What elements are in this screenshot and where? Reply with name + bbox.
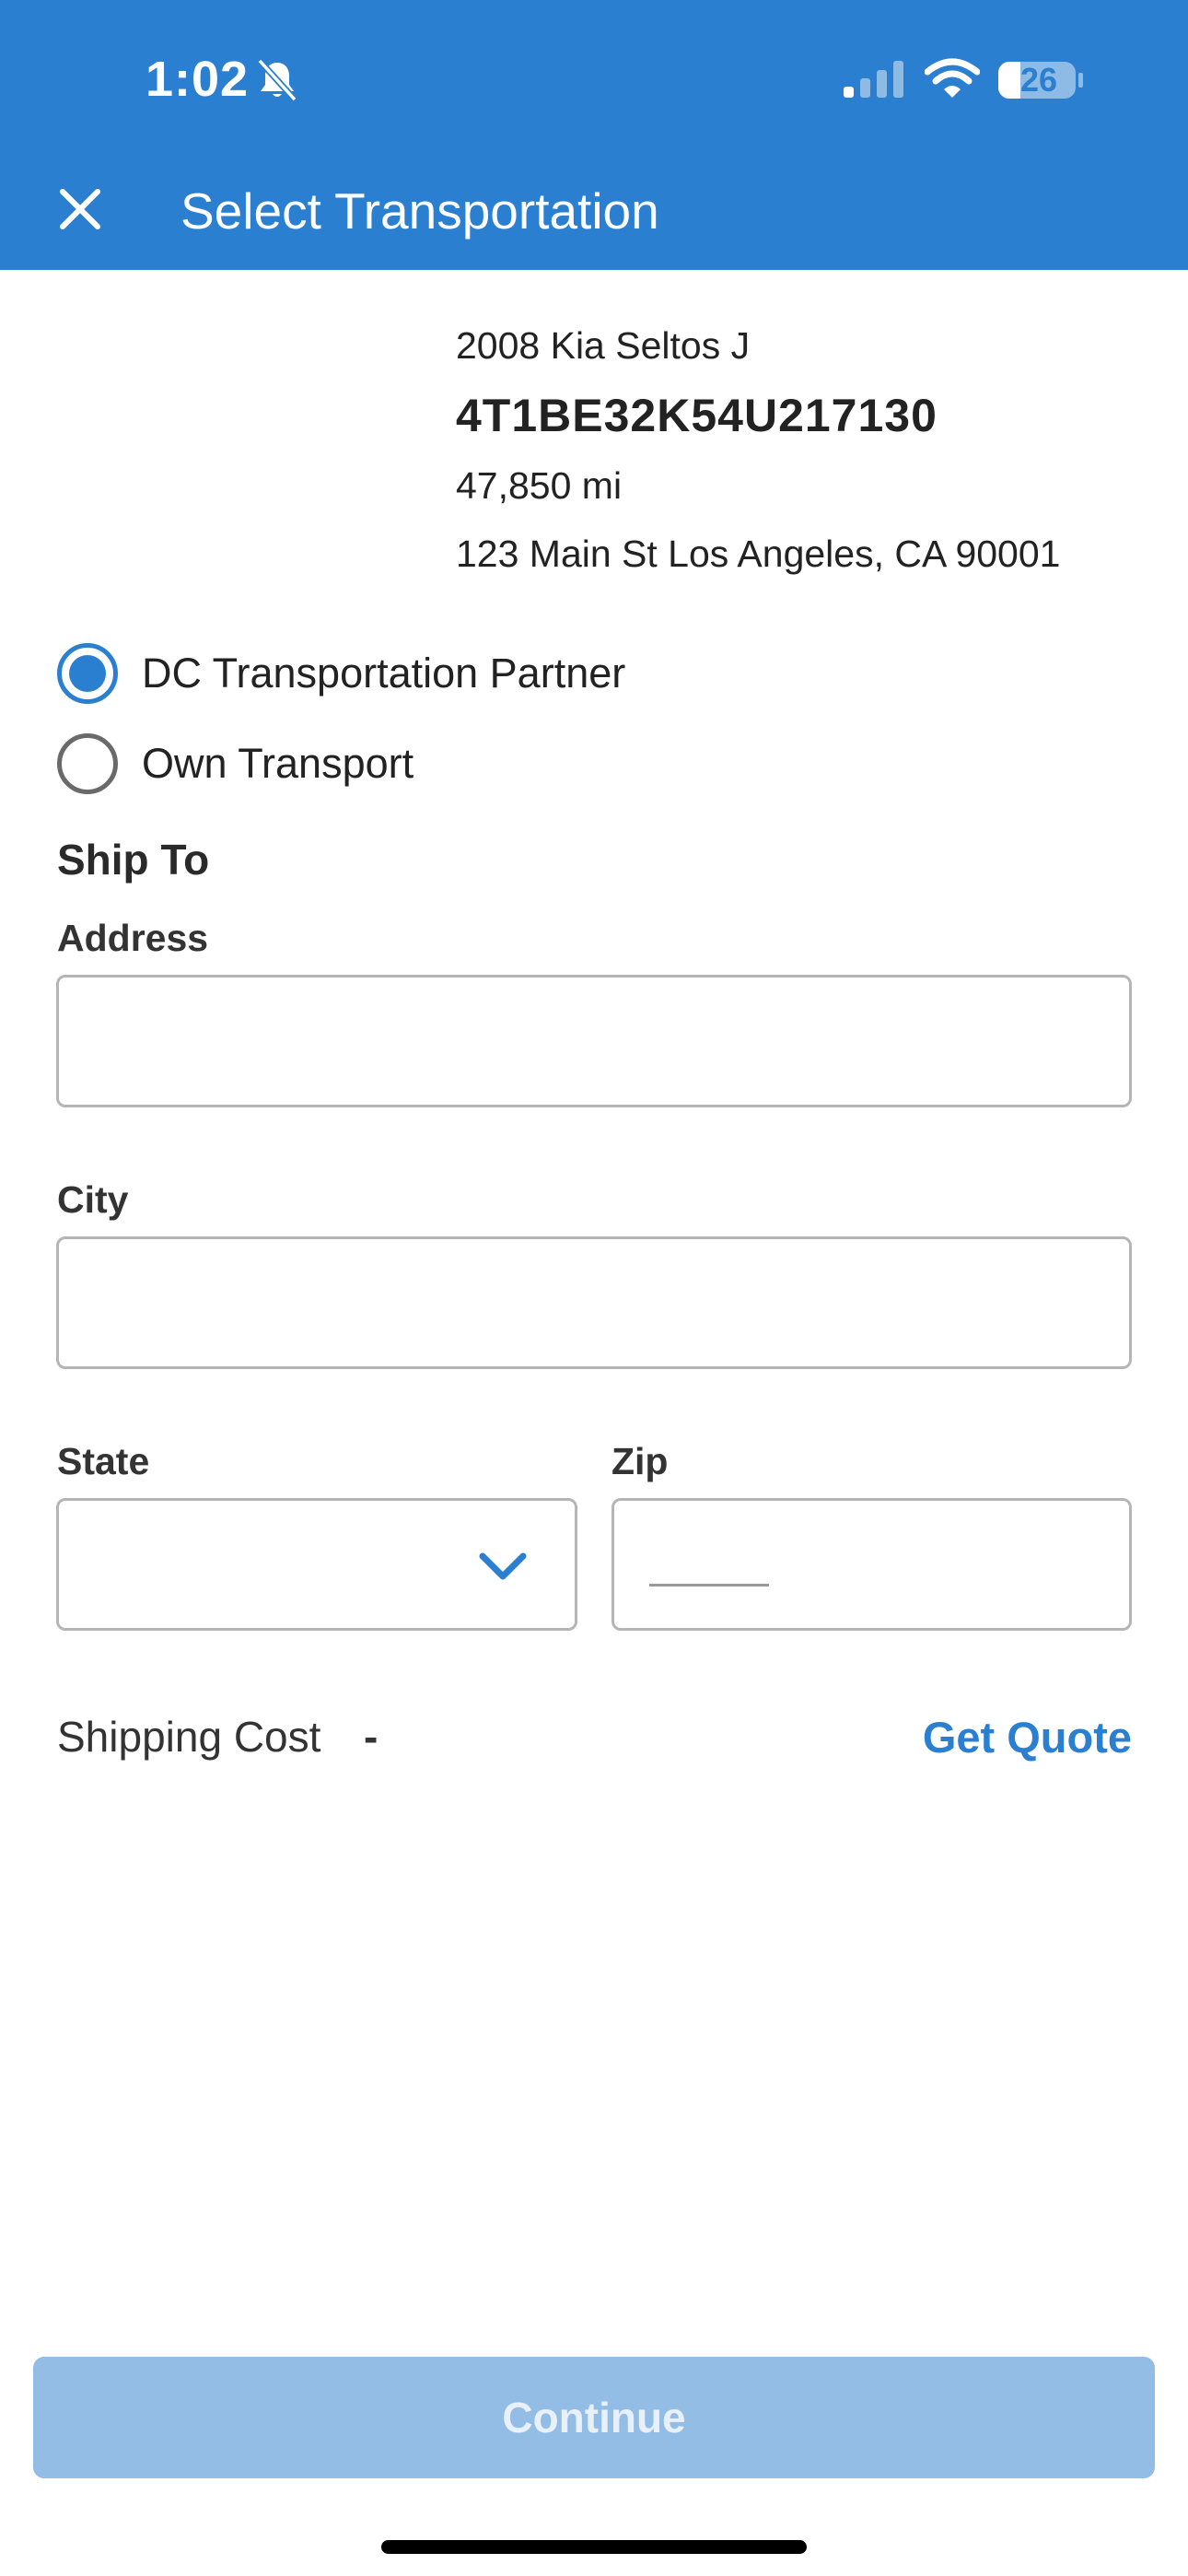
city-label: City: [57, 1178, 129, 1221]
shipping-cost-label: Shipping Cost: [57, 1713, 321, 1761]
chevron-down-icon: [479, 1552, 527, 1580]
zip-input[interactable]: [611, 1498, 1132, 1631]
home-indicator: [381, 2540, 807, 2554]
status-time: 1:02: [146, 52, 250, 107]
battery-level: 26: [1019, 61, 1058, 99]
wifi-icon: [925, 58, 980, 98]
address-label: Address: [57, 917, 209, 959]
zip-mask-underline: [649, 1584, 769, 1587]
vehicle-title: 2008 Kia Seltos J: [456, 324, 751, 367]
option-label: DC Transportation Partner: [142, 650, 626, 697]
close-icon[interactable]: [57, 186, 103, 232]
app-header: 1:02 26 Select Transportation: [0, 0, 1188, 270]
continue-button[interactable]: Continue: [33, 2357, 1155, 2478]
shipping-cost-value: -: [364, 1713, 379, 1761]
state-select[interactable]: [56, 1498, 577, 1631]
address-input[interactable]: [56, 975, 1132, 1107]
city-input[interactable]: [56, 1236, 1132, 1369]
state-label: State: [57, 1440, 150, 1482]
vehicle-mileage: 47,850 mi: [456, 464, 623, 507]
vehicle-vin: 4T1BE32K54U217130: [456, 390, 938, 441]
radio-button[interactable]: [57, 733, 118, 794]
get-quote-link[interactable]: Get Quote: [923, 1712, 1132, 1762]
zip-label: Zip: [611, 1440, 669, 1482]
radio-button-selected[interactable]: [57, 643, 118, 704]
option-label: Own Transport: [142, 740, 414, 787]
bell-muted-icon: [257, 58, 297, 102]
cellular-signal-icon: [844, 61, 903, 98]
ship-to-heading: Ship To: [57, 836, 210, 884]
option-own-transport[interactable]: Own Transport: [57, 732, 413, 796]
option-dc-transportation-partner[interactable]: DC Transportation Partner: [57, 641, 625, 706]
select-transportation-screen: 1:02 26 Select Transportation 2008 Kia S…: [0, 0, 1188, 2576]
vehicle-address: 123 Main St Los Angeles, CA 90001: [456, 533, 1061, 575]
page-title: Select Transportation: [181, 182, 659, 240]
